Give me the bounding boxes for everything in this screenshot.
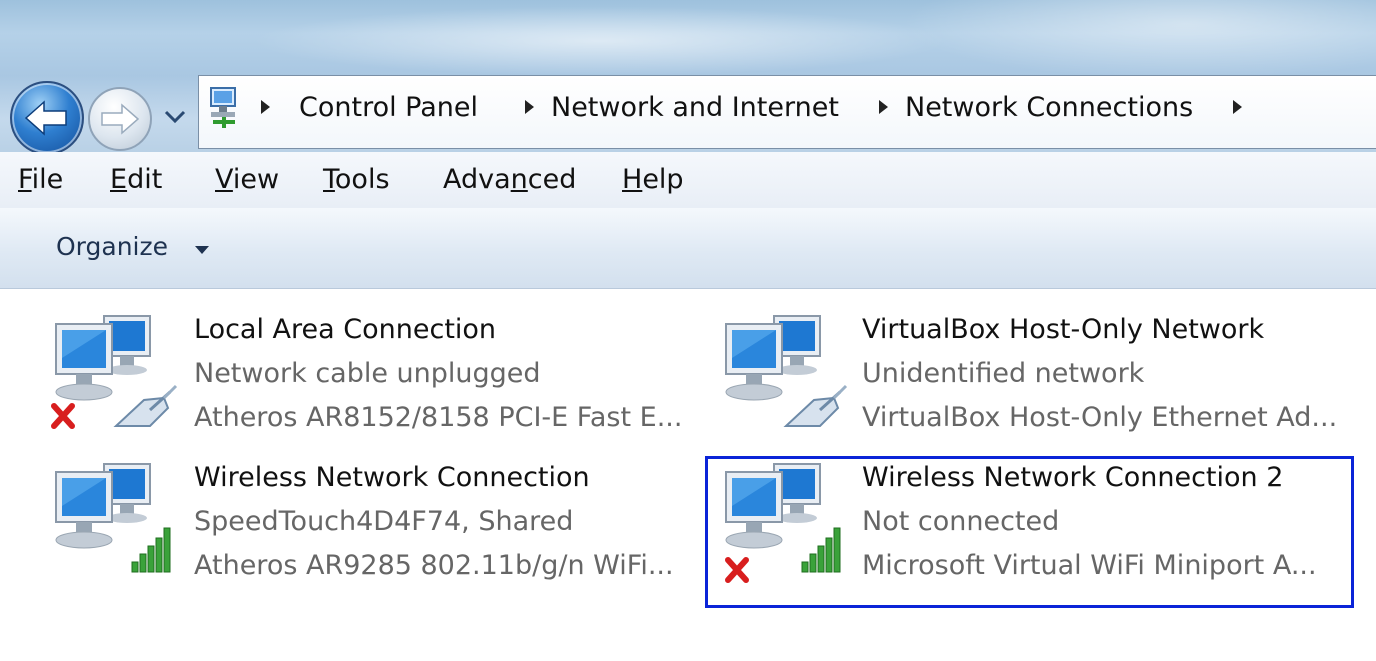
ethernet-plug-icon [783, 384, 848, 427]
menu-edit-text: dit [127, 164, 163, 195]
breadcrumb-separator[interactable] [1233, 100, 1242, 114]
menu-help-text: elp [642, 164, 684, 195]
breadcrumb-network-and-internet[interactable]: Network and Internet [551, 92, 839, 123]
connection-device: Microsoft Virtual WiFi Miniport A... [862, 550, 1317, 581]
ethernet-plug-icon [113, 384, 178, 427]
menu-tools-mnemonic: T [323, 164, 335, 195]
connection-name: Wireless Network Connection [194, 462, 590, 493]
menu-tools-text: ools [334, 164, 390, 195]
back-button[interactable] [10, 81, 84, 155]
breadcrumb-separator[interactable] [525, 100, 534, 114]
connection-status: Network cable unplugged [194, 358, 541, 389]
menu-help-mnemonic: H [622, 164, 643, 195]
connection-name: VirtualBox Host-Only Network [862, 314, 1265, 345]
menu-tools[interactable]: Tools [323, 164, 390, 195]
connection-item-wireless[interactable]: Wireless Network Connection SpeedTouch4D… [46, 462, 706, 602]
address-bar[interactable]: Control Panel Network and Internet Netwo… [198, 75, 1376, 149]
connection-name: Local Area Connection [194, 314, 497, 345]
chevron-down-icon[interactable] [195, 246, 209, 254]
network-computers-icon [51, 315, 178, 429]
menu-view-text: iew [232, 164, 280, 195]
menu-advanced-text: ced [527, 164, 577, 195]
network-computers-icon [725, 315, 848, 427]
menu-view-mnemonic: V [215, 164, 233, 195]
connection-device: Atheros AR9285 802.11b/g/n WiFi... [194, 550, 674, 581]
network-folder-icon [210, 87, 236, 128]
wireless-signal-icon [131, 527, 171, 573]
command-bar: Organize [0, 208, 1376, 289]
breadcrumb-separator[interactable] [261, 100, 270, 114]
menu-help[interactable]: Help [622, 164, 684, 195]
menu-file[interactable]: File [18, 164, 63, 195]
network-computers-icon [725, 463, 841, 583]
menu-advanced[interactable]: Advanced [443, 164, 576, 195]
connection-item-local-area[interactable]: Local Area Connection Network cable unpl… [46, 314, 706, 454]
breadcrumb-control-panel[interactable]: Control Panel [299, 92, 478, 123]
connection-status: Not connected [862, 506, 1060, 537]
menu-edit[interactable]: Edit [110, 164, 162, 195]
disconnected-x-icon [725, 557, 749, 583]
connection-item-virtualbox[interactable]: VirtualBox Host-Only Network Unidentifie… [716, 314, 1376, 454]
forward-arrow-icon [101, 103, 140, 135]
connection-status: Unidentified network [862, 358, 1145, 389]
breadcrumb-network-connections[interactable]: Network Connections [905, 92, 1193, 123]
menu-file-mnemonic: F [18, 164, 32, 195]
wireless-signal-icon [801, 527, 841, 573]
network-computers-icon [55, 463, 171, 573]
breadcrumb-separator[interactable] [879, 100, 888, 114]
menu-view[interactable]: View [215, 164, 279, 195]
forward-button[interactable] [88, 87, 152, 151]
connection-item-wireless-2[interactable]: Wireless Network Connection 2 Not connec… [716, 462, 1376, 602]
recent-pages-icon[interactable] [162, 100, 188, 130]
organize-button[interactable]: Organize [56, 232, 168, 261]
connection-status: SpeedTouch4D4F74, Shared [194, 506, 574, 537]
back-arrow-icon [24, 100, 67, 136]
menu-bar: File Edit View Tools Advanced Help [0, 152, 1376, 209]
menu-advanced-text: Adva [443, 164, 511, 195]
connection-device: VirtualBox Host-Only Ethernet Ad... [862, 402, 1338, 433]
menu-edit-mnemonic: E [110, 164, 128, 195]
disconnected-x-icon [51, 403, 75, 429]
menu-file-text: ile [31, 164, 64, 195]
menu-advanced-mnemonic: n [510, 164, 528, 195]
connection-device: Atheros AR8152/8158 PCI-E Fast E... [194, 402, 683, 433]
connection-name: Wireless Network Connection 2 [862, 462, 1284, 493]
